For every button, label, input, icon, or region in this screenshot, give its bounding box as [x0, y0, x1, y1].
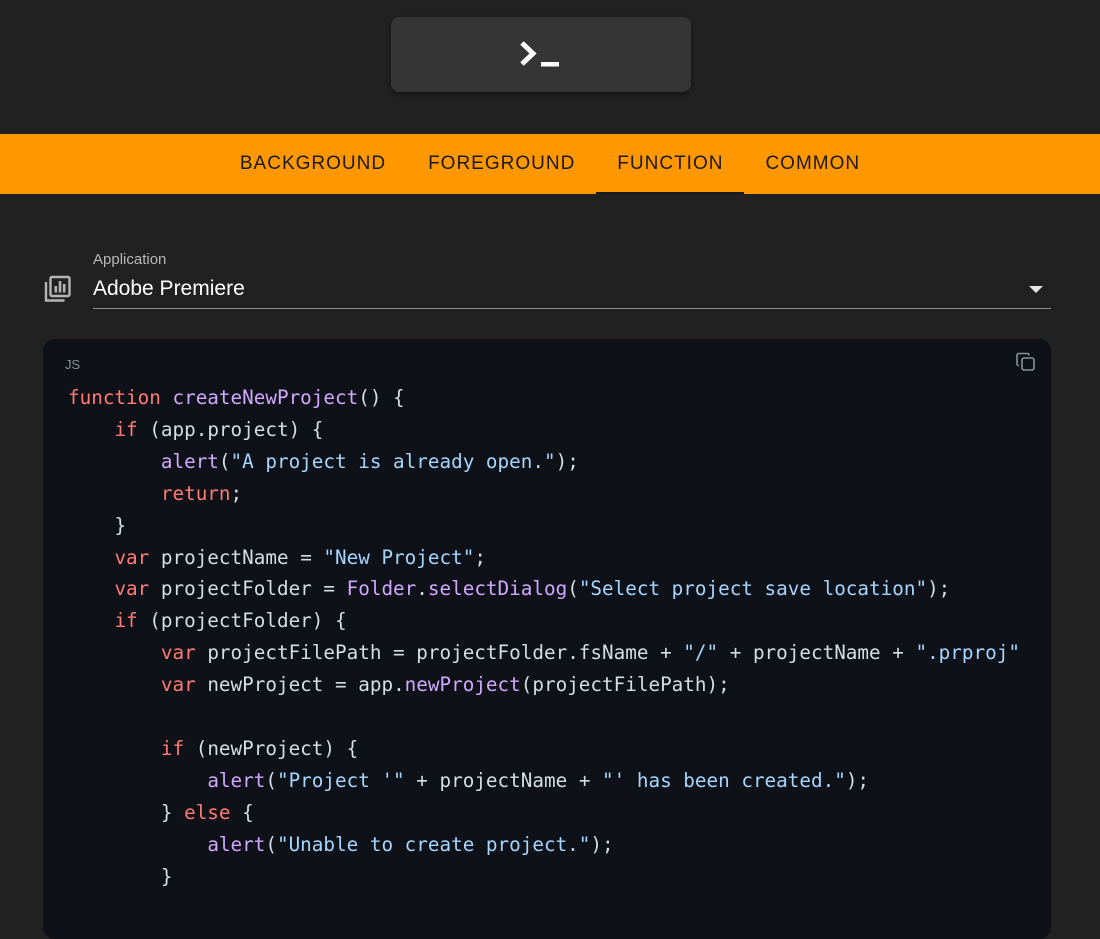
copy-icon[interactable]	[1015, 351, 1037, 373]
application-value: Adobe Premiere	[93, 277, 245, 300]
application-select-group: Application Adobe Premiere	[43, 248, 1051, 310]
code-line: return;	[160, 481, 243, 505]
code-line: var projectName = "New Project";	[114, 545, 486, 569]
code-line: alert("Unable to create project.");	[207, 832, 614, 856]
header-area	[0, 0, 1100, 134]
code-line: } else {	[160, 800, 254, 824]
code-line: var projectFolder = Folder.selectDialog(…	[114, 577, 951, 601]
tab-common[interactable]: COMMON	[744, 134, 881, 194]
tab-bar: BACKGROUND FOREGROUND FUNCTION COMMON	[0, 134, 1100, 194]
code-line: }	[114, 513, 127, 537]
application-label: Application	[93, 251, 167, 268]
application-select[interactable]: Application Adobe Premiere	[93, 248, 1051, 309]
code-line: if (newProject) {	[160, 736, 359, 760]
tab-foreground[interactable]: FOREGROUND	[407, 134, 596, 194]
library-chart-icon	[44, 275, 71, 302]
code-line: var newProject = app.newProject(projectF…	[160, 673, 730, 697]
terminal-prompt-icon	[520, 40, 559, 66]
tab-background[interactable]: BACKGROUND	[219, 134, 407, 194]
code-block: JS function createNewProject() { if (app…	[43, 339, 1051, 939]
code-content: function createNewProject() { if (app.pr…	[68, 382, 1020, 893]
dropdown-arrow-icon	[1029, 286, 1043, 293]
code-line: }	[160, 864, 173, 888]
terminal-button[interactable]	[391, 17, 691, 92]
code-line: alert("A project is already open.");	[160, 449, 579, 473]
code-line: alert("Project '" + projectName + "' has…	[207, 768, 870, 792]
code-language-label: JS	[65, 357, 81, 372]
tab-function[interactable]: FUNCTION	[596, 134, 745, 194]
code-line: if (projectFolder) {	[114, 609, 347, 633]
code-line: var projectFilePath = projectFolder.fsNa…	[160, 641, 1020, 665]
code-line: function createNewProject() {	[68, 386, 405, 409]
code-line: if (app.project) {	[114, 417, 324, 441]
